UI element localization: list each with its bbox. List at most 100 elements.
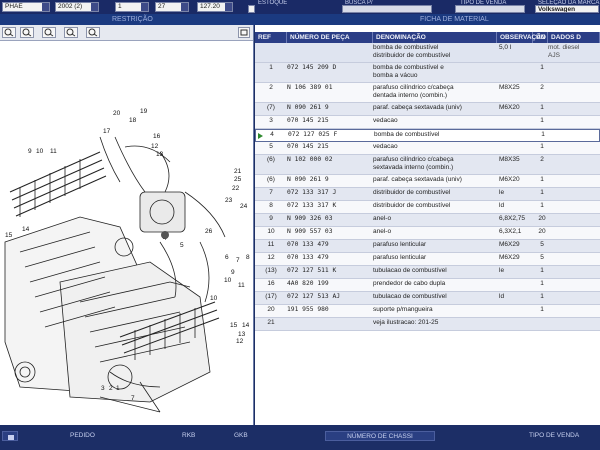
zoom-area-button[interactable] [64,27,78,38]
fit-button[interactable] [42,27,56,38]
numero-chassi-field[interactable]: NÚMERO DE CHASSI [325,431,435,441]
callout-8[interactable]: 8 [246,254,250,261]
callout-23[interactable]: 23 [225,197,233,204]
col-dados[interactable]: DADOS D [548,32,600,43]
brand-select[interactable]: Volkswagen [535,5,599,13]
zoom-in-button[interactable] [2,27,16,38]
row-un: 2 [540,84,544,91]
callout-19[interactable]: 19 [140,108,148,115]
table-row[interactable]: (6) N 102 000 02 parafuso cilíndrico c/cab… [255,155,600,175]
callout-16[interactable]: 16 [153,133,161,140]
ficha-material-title: FICHA DE MATERIAL [420,16,489,23]
illustration-select[interactable]: 127.20 [197,2,233,12]
col-ref[interactable]: REF [255,32,287,43]
callout-25[interactable]: 25 [234,176,242,183]
table-row[interactable]: 10 N 909 557 03 anel-o 6,3X2,1 20 [255,227,600,240]
row-un: 1 [540,293,544,300]
home-button[interactable] [2,431,18,441]
callout-7[interactable]: 7 [236,257,240,264]
callout-12b[interactable]: 12 [236,338,244,345]
tipo-venda-select[interactable] [455,5,525,13]
row-un: 1 [540,267,544,274]
table-row[interactable]: (6) N 090 261 9 paraf. cabeça sextavada (u… [255,175,600,188]
group-header-row[interactable]: bomba de combustível distribuidor de com… [255,43,600,63]
table-row[interactable]: 9N 909 326 03 anel-o 6,8X2,75 20 [255,214,600,227]
row-ref: 11 [267,241,275,248]
year-select[interactable]: 2002 (2) [55,2,99,12]
callout-14b[interactable]: 14 [242,322,250,329]
table-row[interactable]: 2 N 106 389 01 parafuso cilíndrico c/cabeç… [255,83,600,103]
callout-15b[interactable]: 15 [230,322,238,329]
row-ref: 7 [269,189,273,196]
callout-21[interactable]: 21 [234,168,242,175]
row-ref: 3 [269,117,273,124]
zoom-reset-button[interactable] [86,27,100,38]
zoom-out-button[interactable] [20,27,34,38]
table-row[interactable]: 4 072 127 025 F bomba de combustível 1 [255,129,600,142]
group-select[interactable]: 1 [115,2,149,12]
callout-14[interactable]: 14 [22,226,30,233]
busca-input[interactable] [342,5,432,13]
callout-13[interactable]: 13 [156,151,164,158]
col-numero-peca[interactable]: NÚMERO DE PEÇA [287,32,373,43]
callout-24[interactable]: 24 [240,203,248,210]
chevron-down-icon[interactable] [225,3,232,11]
row-un: 1 [540,64,544,71]
table-row[interactable]: 21 veja ilustracao: 201-25 [255,318,600,331]
row-denominacao: distribuidor de combustível [373,202,451,209]
table-row[interactable]: 20 191 955 980 suporte p/mangueira 1 [255,305,600,318]
callout-2[interactable]: 2 [109,385,113,392]
table-row[interactable]: 8 072 133 317 K distribuidor de combustíve… [255,201,600,214]
chevron-down-icon[interactable] [91,3,98,11]
callout-17[interactable]: 17 [103,128,111,135]
callout-3[interactable]: 3 [101,385,105,392]
engine-fuel-system-diagram[interactable]: 20 18 17 19 16 12 13 9 10 11 15 14 21 25… [0,42,254,425]
table-row[interactable]: (13) 072 127 511 K tubulacao de combustíve… [255,266,600,279]
callout-9[interactable]: 9 [28,148,32,155]
zoom-out-icon [22,28,32,37]
pedido-button[interactable]: PEDIDO [66,431,99,441]
estoque-field[interactable] [248,5,255,13]
callout-1[interactable]: 1 [116,385,120,392]
callout-9b[interactable]: 9 [231,269,235,276]
table-row[interactable]: 7 072 133 317 J distribuidor de combustíve… [255,188,600,201]
callout-26[interactable]: 26 [205,228,213,235]
col-observacao[interactable]: OBSERVAÇÃO [497,32,546,43]
callout-10c[interactable]: 10 [210,295,218,302]
callout-10b[interactable]: 10 [224,277,232,284]
gkb-button[interactable]: GKB [230,431,252,441]
callout-11b[interactable]: 11 [238,282,245,289]
table-row[interactable]: (17) 072 127 513 AJ tubulacao de combustív… [255,292,600,305]
callout-6[interactable]: 6 [225,254,229,261]
callout-20[interactable]: 20 [113,110,121,117]
table-row[interactable]: 3 070 145 215 vedacao 1 [255,116,600,129]
callout-5[interactable]: 5 [180,242,184,249]
callout-7b[interactable]: 7 [131,395,135,402]
callout-22[interactable]: 22 [232,185,240,192]
tipo-venda-button[interactable]: TIPO DE VENDA [525,431,583,441]
callout-15[interactable]: 15 [5,232,13,239]
col-un[interactable]: UN [533,32,548,43]
rkb-button[interactable]: RKB [178,431,199,441]
table-row[interactable]: 1 072 145 209 D bomba de combustível e bomb… [255,63,600,83]
row-denominacao: paraf. cabeça sextavada (univ) [373,176,462,183]
callout-11[interactable]: 11 [50,148,57,155]
table-row[interactable]: 12 070 133 479 parafuso lenticular M6X29 5 [255,253,600,266]
table-row[interactable]: 11 070 133 479 parafuso lenticular M6X29 5 [255,240,600,253]
chevron-down-icon[interactable] [181,3,188,11]
callout-10[interactable]: 10 [36,148,44,155]
catalog-select[interactable]: PHAE [2,2,50,12]
callout-13b[interactable]: 13 [238,331,246,338]
expand-illustration-button[interactable] [238,27,250,38]
row-part-number: N 090 261 9 [287,176,329,183]
chevron-down-icon[interactable] [141,3,148,11]
table-row[interactable]: 16 4A0 820 199 prendedor de cabo dupla 1 [255,279,600,292]
subgroup-select[interactable]: 27 [155,2,189,12]
col-denominacao[interactable]: DENOMINAÇÃO [373,32,497,43]
chevron-down-icon[interactable] [42,3,49,11]
row-part-number: N 909 326 03 [287,215,333,222]
callout-18[interactable]: 18 [129,117,137,124]
callout-12[interactable]: 12 [151,143,159,150]
table-row[interactable]: 5 070 145 215 vedacao 1 [255,142,600,155]
table-row[interactable]: (7) N 090 261 9 paraf. cabeça sextavada (u… [255,103,600,116]
